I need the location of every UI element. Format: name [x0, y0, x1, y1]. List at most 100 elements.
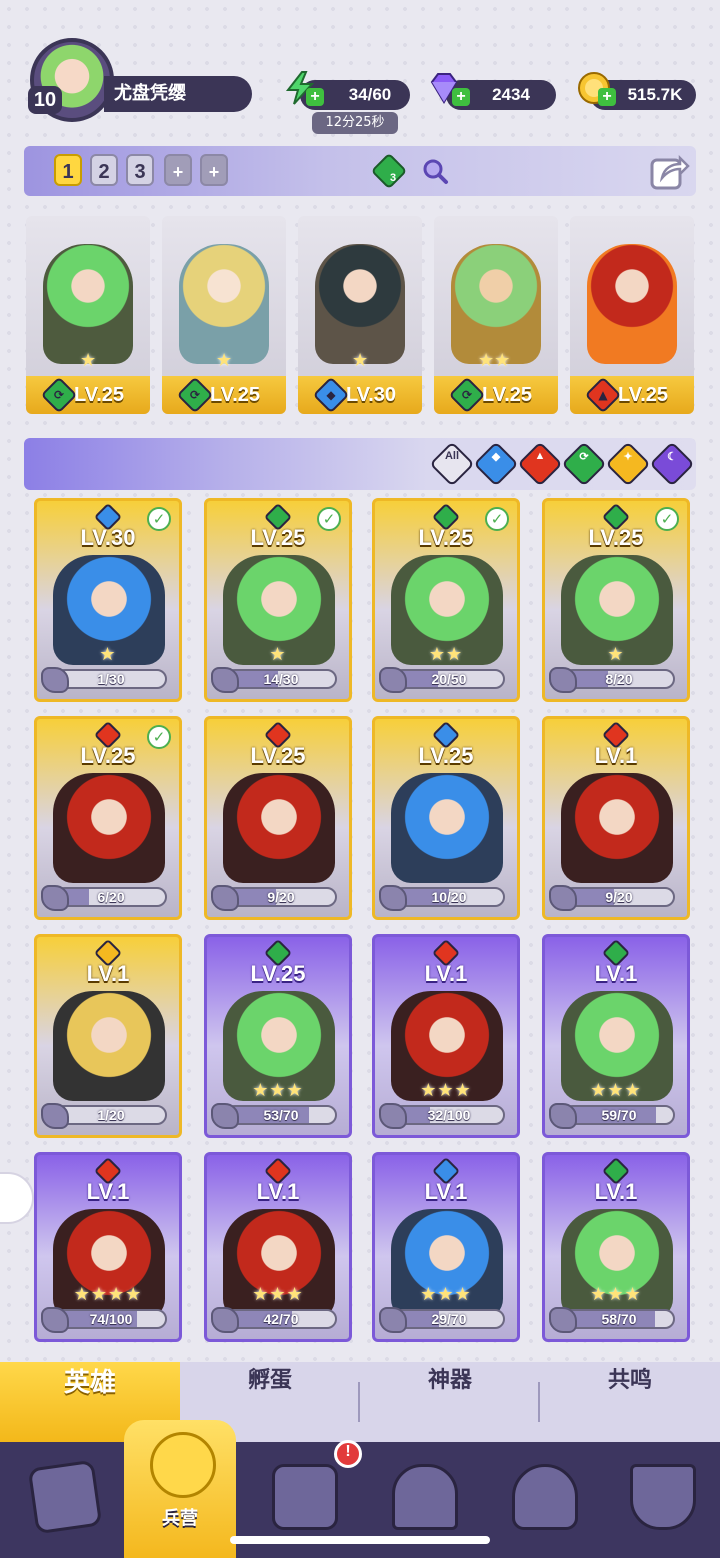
shard-progress-bar: 59/70: [563, 1105, 675, 1125]
lineup-slot-2[interactable]: ★ LV.25 ⟳: [162, 216, 286, 414]
shard-progress-bar: 20/50: [393, 669, 505, 689]
star-rating-icon: ★★★: [420, 1080, 472, 1101]
share-icon[interactable]: [648, 150, 690, 192]
hero-card[interactable]: LV.25 ✓ ★ 14/30: [204, 498, 352, 702]
hero-portrait: [53, 991, 165, 1101]
lineup-slot-1[interactable]: ★ LV.25 ⟳: [26, 216, 150, 414]
shard-progress-bar: 9/20: [563, 887, 675, 907]
shard-count: 59/70: [601, 1107, 637, 1123]
lineup-slot-3[interactable]: ★ LV.30 ◆: [298, 216, 422, 414]
star-rating-icon: ★: [269, 644, 287, 665]
star-rating-icon: ★★★: [252, 1080, 304, 1101]
hero-card[interactable]: LV.25 9/20: [204, 716, 352, 920]
star-icon: ★: [216, 350, 233, 371]
filter-light-icon[interactable]: ✦: [605, 441, 651, 487]
hero-level: LV.1: [594, 961, 638, 986]
nav-mushroom[interactable]: [482, 1442, 602, 1558]
alert-badge: !: [334, 1440, 362, 1468]
hero-card[interactable]: LV.1 ★★★ 58/70: [542, 1152, 690, 1342]
hero-card[interactable]: LV.1 9/20: [542, 716, 690, 920]
hero-shard-icon: [211, 1103, 239, 1129]
mushroom-icon: [512, 1464, 578, 1530]
hero-card[interactable]: LV.25 ✓ ★ 8/20: [542, 498, 690, 702]
shard-progress-bar: 74/100: [55, 1309, 167, 1329]
shard-progress-bar: 1/30: [55, 669, 167, 689]
in-team-check-icon: ✓: [485, 507, 509, 531]
side-helper-avatar[interactable]: [0, 1172, 34, 1224]
shard-progress-bar: 8/20: [563, 669, 675, 689]
filter-fire-icon[interactable]: ▲: [517, 441, 563, 487]
team-tab-1[interactable]: 1: [54, 154, 82, 186]
shard-count: 9/20: [605, 889, 633, 905]
team-element-icon[interactable]: [370, 152, 408, 190]
shard-count: 14/30: [263, 671, 299, 687]
hero-shard-icon: [549, 667, 577, 693]
hero-card[interactable]: LV.1 ★★★ 42/70: [204, 1152, 352, 1342]
hero-shard-icon: [379, 667, 407, 693]
hero-portrait: [43, 244, 133, 364]
add-energy-icon[interactable]: +: [306, 88, 324, 106]
shard-count: 9/20: [267, 889, 295, 905]
search-magnifier-icon[interactable]: [420, 156, 450, 186]
hero-portrait: [561, 773, 673, 883]
hero-card[interactable]: LV.1 1/20: [34, 934, 182, 1138]
add-gems-icon[interactable]: +: [452, 88, 470, 106]
add-team-button-2[interactable]: +: [200, 154, 228, 186]
energy-timer: 12分25秒: [312, 112, 398, 134]
nav-barracks[interactable]: 兵营: [120, 1420, 240, 1536]
hero-card[interactable]: LV.25 ✓ 6/20: [34, 716, 182, 920]
team-tab-3[interactable]: 3: [126, 154, 154, 186]
shard-progress-bar: 32/100: [393, 1105, 505, 1125]
tab-resonance[interactable]: 共鸣: [540, 1362, 720, 1442]
filter-water-icon[interactable]: ◆: [473, 441, 519, 487]
lineup-slot-4[interactable]: ★★ LV.25 ⟳: [434, 216, 558, 414]
guild-banner-icon: [630, 1464, 696, 1530]
lineup-slot-5[interactable]: LV.25 ▲: [570, 216, 694, 414]
hero-shard-icon: [211, 667, 239, 693]
hero-level: LV.1: [86, 1179, 130, 1204]
home-indicator: [230, 1536, 490, 1544]
hero-card[interactable]: LV.1 ★★★ 32/100: [372, 934, 520, 1138]
add-team-button[interactable]: +: [164, 154, 192, 186]
hero-card[interactable]: LV.25 ✓ ★★ 20/50: [372, 498, 520, 702]
shard-count: 42/70: [263, 1311, 299, 1327]
team-tab-2[interactable]: 2: [90, 154, 118, 186]
hero-card[interactable]: LV.25 10/20: [372, 716, 520, 920]
shard-progress-bar: 6/20: [55, 887, 167, 907]
filter-wind-icon[interactable]: ⟳: [561, 441, 607, 487]
hero-level: LV.1: [424, 961, 468, 986]
shard-count: 6/20: [97, 889, 125, 905]
barracks-sub-tabs: 英雄 孵蛋 神器 共鸣: [0, 1362, 720, 1442]
hero-portrait: [391, 773, 503, 883]
filter-all-button[interactable]: All: [429, 441, 475, 487]
shard-count: 10/20: [431, 889, 467, 905]
nav-cards[interactable]: [2, 1442, 122, 1558]
star-rating-icon: ★★★: [420, 1284, 472, 1305]
hero-level: LV.1: [594, 1179, 638, 1204]
tab-artifacts[interactable]: 神器: [360, 1362, 540, 1442]
shard-count: 29/70: [431, 1311, 467, 1327]
hero-card[interactable]: LV.1 ★★★ 29/70: [372, 1152, 520, 1342]
hero-card[interactable]: LV.1 ★★★★ 74/100: [34, 1152, 182, 1342]
hero-shard-icon: [549, 1307, 577, 1333]
hero-shard-icon: [41, 667, 69, 693]
player-name[interactable]: 尤盘凭缨: [104, 76, 252, 112]
barracks-icon: [150, 1432, 216, 1498]
shard-count: 74/100: [89, 1311, 133, 1327]
add-coins-icon[interactable]: +: [598, 88, 616, 106]
star-rating-icon: ★★★★: [73, 1284, 143, 1305]
hero-level: LV.25: [418, 743, 474, 768]
nav-guild[interactable]: [600, 1442, 720, 1558]
hero-shard-icon: [211, 885, 239, 911]
star-rating-icon: ★: [607, 644, 625, 665]
shard-progress-bar: 9/20: [225, 887, 337, 907]
shard-progress-bar: 1/20: [55, 1105, 167, 1125]
hero-shard-icon: [549, 885, 577, 911]
hero-card[interactable]: LV.25 ★★★ 53/70: [204, 934, 352, 1138]
shard-count: 32/100: [427, 1107, 471, 1123]
hero-card[interactable]: LV.30 ✓ ★ 1/30: [34, 498, 182, 702]
shard-count: 58/70: [601, 1311, 637, 1327]
hero-card[interactable]: LV.1 ★★★ 59/70: [542, 934, 690, 1138]
star-icon: ★: [352, 350, 369, 371]
filter-dark-icon[interactable]: ☾: [649, 441, 695, 487]
